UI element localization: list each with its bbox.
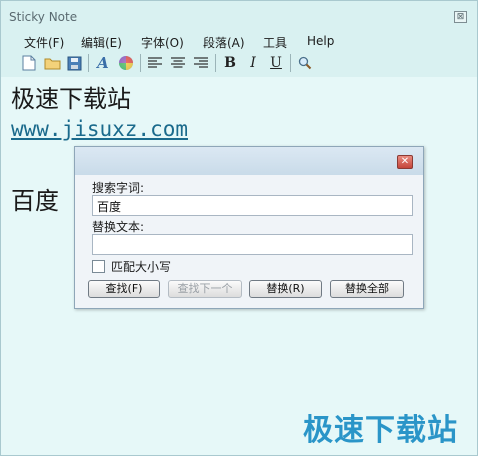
align-center-icon[interactable] — [168, 53, 188, 73]
match-case-label: 匹配大小写 — [111, 260, 172, 274]
menu-help[interactable]: Help — [307, 34, 334, 48]
menu-bar: 文件(F) 编辑(E) 字体(O) 段落(A) 工具 Help — [1, 31, 477, 51]
color-palette-icon[interactable] — [116, 53, 136, 73]
find-replace-dialog: ✕ 搜索字词: 百度 替换文本: 匹配大小写 查找(F) 查找下一个 替换(R)… — [74, 146, 424, 309]
match-case-checkbox[interactable] — [92, 260, 105, 273]
italic-icon[interactable]: I — [243, 53, 263, 73]
menu-edit[interactable]: 编辑(E) — [81, 34, 122, 51]
replace-text-input[interactable] — [92, 234, 413, 255]
font-icon[interactable]: A — [93, 53, 113, 73]
toolbar-separator — [290, 54, 291, 72]
match-case-option[interactable]: 匹配大小写 — [92, 258, 171, 275]
toolbar-separator — [215, 54, 216, 72]
search-icon[interactable] — [295, 53, 315, 73]
find-button[interactable]: 查找(F) — [88, 280, 160, 298]
underline-icon[interactable]: U — [266, 53, 286, 73]
url-link[interactable]: www.jisuxz.com — [11, 117, 188, 141]
align-left-icon[interactable] — [145, 53, 165, 73]
save-icon[interactable] — [64, 53, 84, 73]
toolbar: A B I U — [1, 51, 477, 75]
replace-all-button[interactable]: 替换全部 — [330, 280, 404, 298]
menu-tools[interactable]: 工具 — [263, 34, 287, 51]
menu-paragraph[interactable]: 段落(A) — [203, 34, 245, 51]
sticky-note-window: Sticky Note ⊠ 文件(F) 编辑(E) 字体(O) 段落(A) 工具… — [0, 0, 478, 456]
replace-button[interactable]: 替换(R) — [249, 280, 322, 298]
align-right-icon[interactable] — [191, 53, 211, 73]
replace-text-label: 替换文本: — [92, 220, 145, 234]
search-term-input[interactable]: 百度 — [92, 195, 413, 216]
watermark-logo: 极速下载站 — [303, 413, 458, 448]
toolbar-separator — [88, 54, 89, 72]
text-line: 百度 — [11, 187, 59, 215]
window-title: Sticky Note — [9, 10, 78, 24]
dialog-body: 搜索字词: 百度 替换文本: 匹配大小写 查找(F) 查找下一个 替换(R) 替… — [75, 175, 423, 308]
title-bar[interactable]: Sticky Note ⊠ — [1, 1, 477, 29]
bold-icon[interactable]: B — [220, 53, 240, 73]
text-line: 极速下载站 — [11, 85, 131, 113]
dialog-title-bar[interactable]: ✕ — [75, 147, 423, 175]
new-icon[interactable] — [19, 53, 39, 73]
toolbar-separator — [140, 54, 141, 72]
search-term-label: 搜索字词: — [92, 181, 145, 195]
close-icon[interactable]: ⊠ — [454, 11, 467, 23]
close-icon[interactable]: ✕ — [397, 155, 413, 169]
find-next-button[interactable]: 查找下一个 — [168, 280, 242, 298]
open-folder-icon[interactable] — [42, 53, 62, 73]
menu-file[interactable]: 文件(F) — [24, 34, 64, 51]
menu-font[interactable]: 字体(O) — [141, 34, 184, 51]
